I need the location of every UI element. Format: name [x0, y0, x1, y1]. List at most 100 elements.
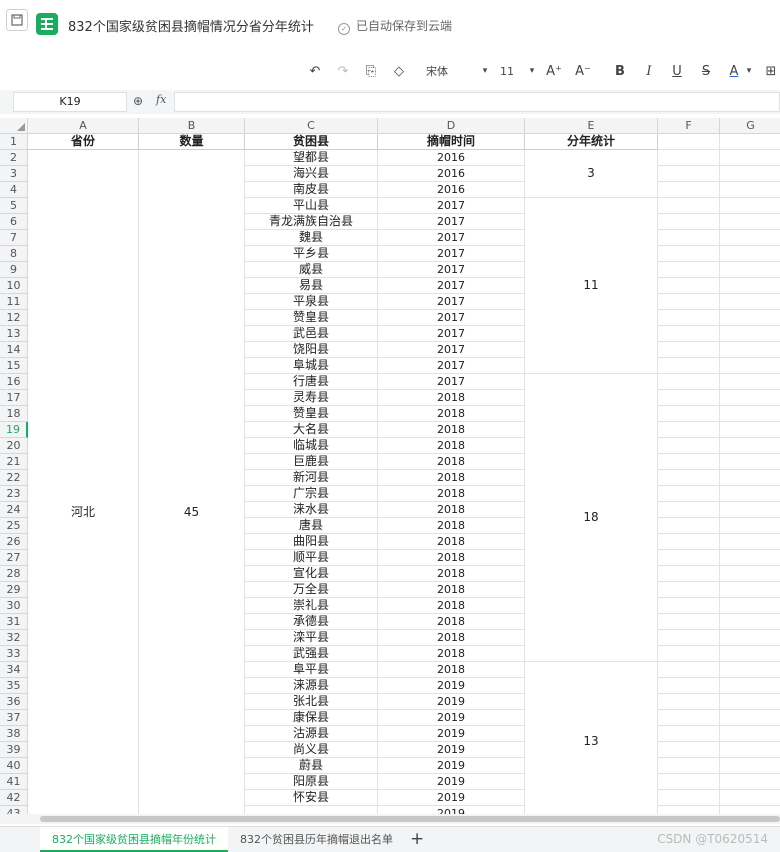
- county-cell[interactable]: 阜城县: [245, 358, 378, 374]
- header-cell-time[interactable]: 摘帽时间: [378, 134, 525, 150]
- row-header-31[interactable]: 31: [0, 614, 28, 630]
- zoom-icon[interactable]: ⊕: [133, 94, 143, 108]
- year-cell[interactable]: 2018: [378, 582, 525, 598]
- empty-cell[interactable]: [720, 406, 780, 422]
- empty-cell[interactable]: [720, 630, 780, 646]
- row-header-41[interactable]: 41: [0, 774, 28, 790]
- row-header-13[interactable]: 13: [0, 326, 28, 342]
- county-cell[interactable]: 武邑县: [245, 326, 378, 342]
- empty-cell[interactable]: [658, 662, 720, 678]
- row-header-4[interactable]: 4: [0, 182, 28, 198]
- empty-cell[interactable]: [658, 534, 720, 550]
- horizontal-scrollbar[interactable]: [0, 814, 780, 824]
- empty-cell[interactable]: [720, 294, 780, 310]
- year-group-count[interactable]: 13: [525, 662, 658, 814]
- empty-cell[interactable]: [720, 470, 780, 486]
- empty-cell[interactable]: [658, 134, 720, 150]
- empty-cell[interactable]: [720, 358, 780, 374]
- county-cell[interactable]: 饶阳县: [245, 342, 378, 358]
- empty-cell[interactable]: [720, 454, 780, 470]
- county-cell[interactable]: 临城县: [245, 438, 378, 454]
- row-header-27[interactable]: 27: [0, 550, 28, 566]
- county-cell[interactable]: 魏县: [245, 230, 378, 246]
- row-header-3[interactable]: 3: [0, 166, 28, 182]
- year-cell[interactable]: 2018: [378, 390, 525, 406]
- county-cell[interactable]: 阜平县: [245, 662, 378, 678]
- row-header-9[interactable]: 9: [0, 262, 28, 278]
- column-header-g[interactable]: G: [720, 118, 780, 134]
- empty-cell[interactable]: [658, 550, 720, 566]
- name-box[interactable]: K19: [13, 92, 127, 112]
- empty-cell[interactable]: [720, 198, 780, 214]
- empty-cell[interactable]: [720, 502, 780, 518]
- empty-cell[interactable]: [720, 278, 780, 294]
- row-header-38[interactable]: 38: [0, 726, 28, 742]
- column-header-c[interactable]: C: [245, 118, 378, 134]
- year-cell[interactable]: 2016: [378, 150, 525, 166]
- county-cell[interactable]: 广宗县: [245, 486, 378, 502]
- empty-cell[interactable]: [658, 806, 720, 814]
- year-cell[interactable]: 2018: [378, 662, 525, 678]
- year-cell[interactable]: 2018: [378, 630, 525, 646]
- font-family-dropdown-icon[interactable]: ▾: [480, 61, 490, 81]
- county-cell[interactable]: 崇礼县: [245, 598, 378, 614]
- county-cell[interactable]: 威县: [245, 262, 378, 278]
- empty-cell[interactable]: [658, 166, 720, 182]
- row-header-23[interactable]: 23: [0, 486, 28, 502]
- year-cell[interactable]: 2019: [378, 774, 525, 790]
- border-icon[interactable]: ⊞: [762, 61, 780, 81]
- italic-button[interactable]: I: [640, 61, 658, 81]
- empty-cell[interactable]: [720, 646, 780, 662]
- empty-cell[interactable]: [658, 214, 720, 230]
- bold-button[interactable]: B: [611, 61, 629, 81]
- empty-cell[interactable]: [720, 790, 780, 806]
- county-cell[interactable]: 涞水县: [245, 502, 378, 518]
- empty-cell[interactable]: [720, 438, 780, 454]
- undo-icon[interactable]: ↶: [306, 61, 324, 81]
- county-cell[interactable]: 沽源县: [245, 726, 378, 742]
- county-cell[interactable]: 望都县: [245, 150, 378, 166]
- scrollbar-thumb[interactable]: [40, 816, 780, 822]
- year-cell[interactable]: 2019: [378, 694, 525, 710]
- font-family-select[interactable]: 宋体: [426, 61, 476, 81]
- empty-cell[interactable]: [658, 502, 720, 518]
- year-cell[interactable]: 2017: [378, 310, 525, 326]
- sheet-tab-active[interactable]: 832个国家级贫困县摘帽年份统计: [40, 827, 228, 852]
- row-header-20[interactable]: 20: [0, 438, 28, 454]
- county-cell[interactable]: 蔚县: [245, 758, 378, 774]
- empty-cell[interactable]: [658, 758, 720, 774]
- empty-cell[interactable]: [720, 518, 780, 534]
- empty-cell[interactable]: [658, 582, 720, 598]
- row-header-42[interactable]: 42: [0, 790, 28, 806]
- empty-cell[interactable]: [720, 134, 780, 150]
- empty-cell[interactable]: [720, 374, 780, 390]
- empty-cell[interactable]: [658, 742, 720, 758]
- formula-input[interactable]: [174, 92, 780, 112]
- county-cell[interactable]: 康保县: [245, 710, 378, 726]
- county-cell[interactable]: [245, 806, 378, 814]
- header-cell-count[interactable]: 数量: [139, 134, 245, 150]
- empty-cell[interactable]: [720, 710, 780, 726]
- empty-cell[interactable]: [658, 374, 720, 390]
- row-header-32[interactable]: 32: [0, 630, 28, 646]
- year-cell[interactable]: 2019: [378, 742, 525, 758]
- row-header-14[interactable]: 14: [0, 342, 28, 358]
- row-header-29[interactable]: 29: [0, 582, 28, 598]
- year-cell[interactable]: 2017: [378, 214, 525, 230]
- select-all-corner[interactable]: [0, 118, 28, 134]
- county-cell[interactable]: 宣化县: [245, 566, 378, 582]
- empty-cell[interactable]: [658, 262, 720, 278]
- year-cell[interactable]: 2018: [378, 550, 525, 566]
- row-header-28[interactable]: 28: [0, 566, 28, 582]
- empty-cell[interactable]: [720, 390, 780, 406]
- year-cell[interactable]: 2017: [378, 198, 525, 214]
- column-header-f[interactable]: F: [658, 118, 720, 134]
- empty-cell[interactable]: [720, 486, 780, 502]
- empty-cell[interactable]: [720, 806, 780, 814]
- empty-cell[interactable]: [720, 550, 780, 566]
- row-header-36[interactable]: 36: [0, 694, 28, 710]
- year-cell[interactable]: 2018: [378, 534, 525, 550]
- empty-cell[interactable]: [658, 774, 720, 790]
- county-cell[interactable]: 张北县: [245, 694, 378, 710]
- row-header-5[interactable]: 5: [0, 198, 28, 214]
